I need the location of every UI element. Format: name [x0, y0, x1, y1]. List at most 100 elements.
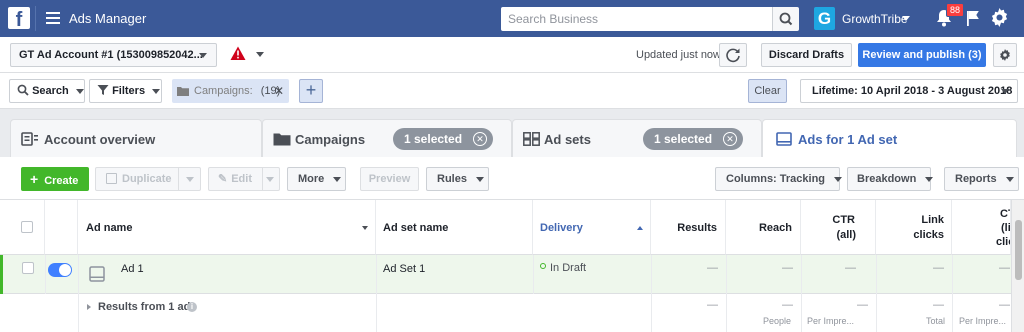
chevron-down-icon[interactable]	[362, 226, 368, 230]
select-all-header	[0, 200, 45, 255]
menu-icon[interactable]	[46, 12, 60, 24]
column-header-ad-set-name[interactable]: Ad set name	[376, 200, 533, 255]
tab-campaigns[interactable]: Campaigns 1 selected ✕	[262, 119, 512, 157]
chevron-down-icon	[152, 88, 161, 94]
summary-ctr-link-sub: Per Impre...	[959, 316, 1007, 326]
search-button[interactable]	[772, 7, 799, 31]
review-and-publish-button[interactable]: Review and publish (3)	[858, 43, 986, 67]
business-logo[interactable]: G	[814, 7, 835, 30]
divider	[35, 6, 36, 31]
reports-label: Reports	[955, 173, 997, 185]
summary-ctr-sub: Per Impre...	[807, 316, 855, 326]
filter-icon	[97, 85, 109, 95]
ctr-link-header-line1: CT	[1000, 208, 1010, 220]
clear-filters-button[interactable]: Clear	[748, 79, 787, 103]
tab-label: Account overview	[44, 132, 156, 147]
ctr-link-header-line3: clic	[996, 236, 1010, 248]
chevron-down-icon[interactable]	[902, 16, 910, 21]
ctr-link-header-line2: (li	[1001, 222, 1011, 234]
breakdown-label: Breakdown	[857, 173, 917, 185]
ad-account-selector[interactable]: GT Ad Account #1 (153009852042...	[10, 43, 217, 67]
row-checkbox[interactable]	[22, 262, 34, 274]
ad-on-off-toggle[interactable]	[48, 263, 72, 277]
column-header-ad-name[interactable]: Ad name	[78, 200, 376, 255]
column-header-results[interactable]: Results	[651, 200, 726, 255]
summary-ctr-cell: —	[857, 299, 868, 311]
info-icon[interactable]: i	[187, 302, 197, 312]
close-icon[interactable]: ✕	[723, 132, 737, 146]
column-header-delivery[interactable]: Delivery	[533, 200, 651, 255]
edit-button[interactable]: ✎ Edit	[208, 167, 280, 191]
tab-ad-sets[interactable]: Ad sets 1 selected ✕	[512, 119, 762, 157]
discard-drafts-button[interactable]: Discard Drafts	[761, 43, 852, 67]
more-button[interactable]: More	[287, 167, 346, 191]
results-header-label: Results	[677, 222, 717, 234]
date-range-selector[interactable]: Lifetime: 10 April 2018 - 3 August 2018	[800, 79, 1018, 103]
rules-label: Rules	[437, 173, 467, 185]
flag-icon[interactable]	[965, 9, 981, 27]
filter-bar: Search Filters Campaigns: (19) ✕ + Clear…	[0, 73, 1024, 109]
close-icon[interactable]: ✕	[274, 79, 284, 103]
reports-button[interactable]: Reports	[944, 167, 1019, 191]
tab-account-overview[interactable]: Account overview	[10, 119, 262, 157]
vertical-scrollbar[interactable]	[1011, 200, 1024, 332]
chevron-down-icon[interactable]	[256, 52, 264, 57]
link-clicks-header-line2: clicks	[913, 229, 944, 241]
settings-button[interactable]	[993, 43, 1017, 67]
ad-thumbnail-icon	[89, 266, 105, 282]
breakdown-button[interactable]: Breakdown	[847, 167, 934, 191]
scrollbar-thumb[interactable]	[1015, 220, 1022, 280]
pencil-icon: ✎	[218, 173, 228, 185]
filters-button[interactable]: Filters	[89, 79, 162, 103]
link-clicks-cell: —	[933, 262, 944, 274]
row-status-bar	[0, 255, 3, 294]
rules-button[interactable]: Rules	[426, 167, 489, 191]
summary-ctr-link-cell: —	[999, 299, 1010, 311]
campaigns-selected-pill[interactable]: 1 selected ✕	[393, 128, 493, 150]
search-filter-button[interactable]: Search	[9, 79, 85, 103]
sort-ascending-icon[interactable]	[637, 226, 643, 230]
account-overview-icon	[21, 132, 38, 146]
column-header-ctr-all[interactable]: CTR (all)	[801, 200, 876, 255]
business-name[interactable]: GrowthTribe	[842, 12, 908, 26]
close-icon[interactable]: ✕	[473, 132, 487, 146]
toggle-header	[45, 200, 78, 255]
ads-table: Ad name Ad set name Delivery Results Rea…	[0, 200, 1024, 332]
create-button[interactable]: + Create	[21, 167, 89, 191]
column-header-ctr-link[interactable]: CT (li clic	[952, 200, 1011, 255]
duplicate-label: Duplicate	[122, 173, 172, 185]
ad-name-cell[interactable]: Ad 1	[121, 263, 144, 275]
app-title[interactable]: Ads Manager	[69, 11, 146, 26]
ad-set-name-cell[interactable]: Ad Set 1	[383, 263, 425, 275]
ctr-header-line1: CTR	[832, 214, 855, 226]
search-business-input[interactable]: Search Business	[501, 7, 772, 31]
create-label: Create	[44, 175, 79, 187]
select-all-checkbox[interactable]	[21, 221, 33, 233]
table-row[interactable]: Ad 1 Ad Set 1 In Draft — — — — —	[0, 255, 1024, 294]
warning-icon[interactable]	[230, 46, 246, 61]
gear-icon[interactable]	[990, 8, 1009, 27]
campaigns-filter-chip[interactable]: Campaigns: (19) ✕	[172, 79, 289, 103]
account-bar: GT Ad Account #1 (153009852042... Update…	[0, 37, 1024, 73]
updated-status: Updated just now	[636, 49, 721, 61]
chevron-down-icon	[1001, 89, 1009, 94]
ctr-header-line2: (all)	[836, 229, 856, 241]
facebook-logo-icon[interactable]: f	[8, 7, 30, 29]
column-header-link-clicks[interactable]: Link clicks	[876, 200, 952, 255]
column-header-reach[interactable]: Reach	[726, 200, 801, 255]
chevron-down-icon	[925, 176, 934, 182]
chevron-down-icon	[333, 176, 342, 182]
search-icon	[17, 84, 29, 96]
search-filter-label: Search	[32, 85, 69, 97]
ad-sets-selected-pill[interactable]: 1 selected ✕	[643, 128, 743, 150]
summary-reach-cell: —	[782, 299, 793, 311]
results-cell: —	[707, 262, 718, 274]
tab-ads[interactable]: Ads for 1 Ad set	[762, 119, 1017, 158]
refresh-button[interactable]	[719, 43, 747, 67]
columns-button[interactable]: Columns: Tracking	[715, 167, 843, 191]
expand-chevron-icon[interactable]	[87, 304, 91, 310]
add-filter-button[interactable]: +	[299, 79, 323, 103]
duplicate-button[interactable]: Duplicate	[95, 167, 201, 191]
ads-toolbar: + Create Duplicate ✎ Edit More Preview Rul…	[0, 157, 1024, 200]
preview-button[interactable]: Preview	[360, 167, 419, 191]
